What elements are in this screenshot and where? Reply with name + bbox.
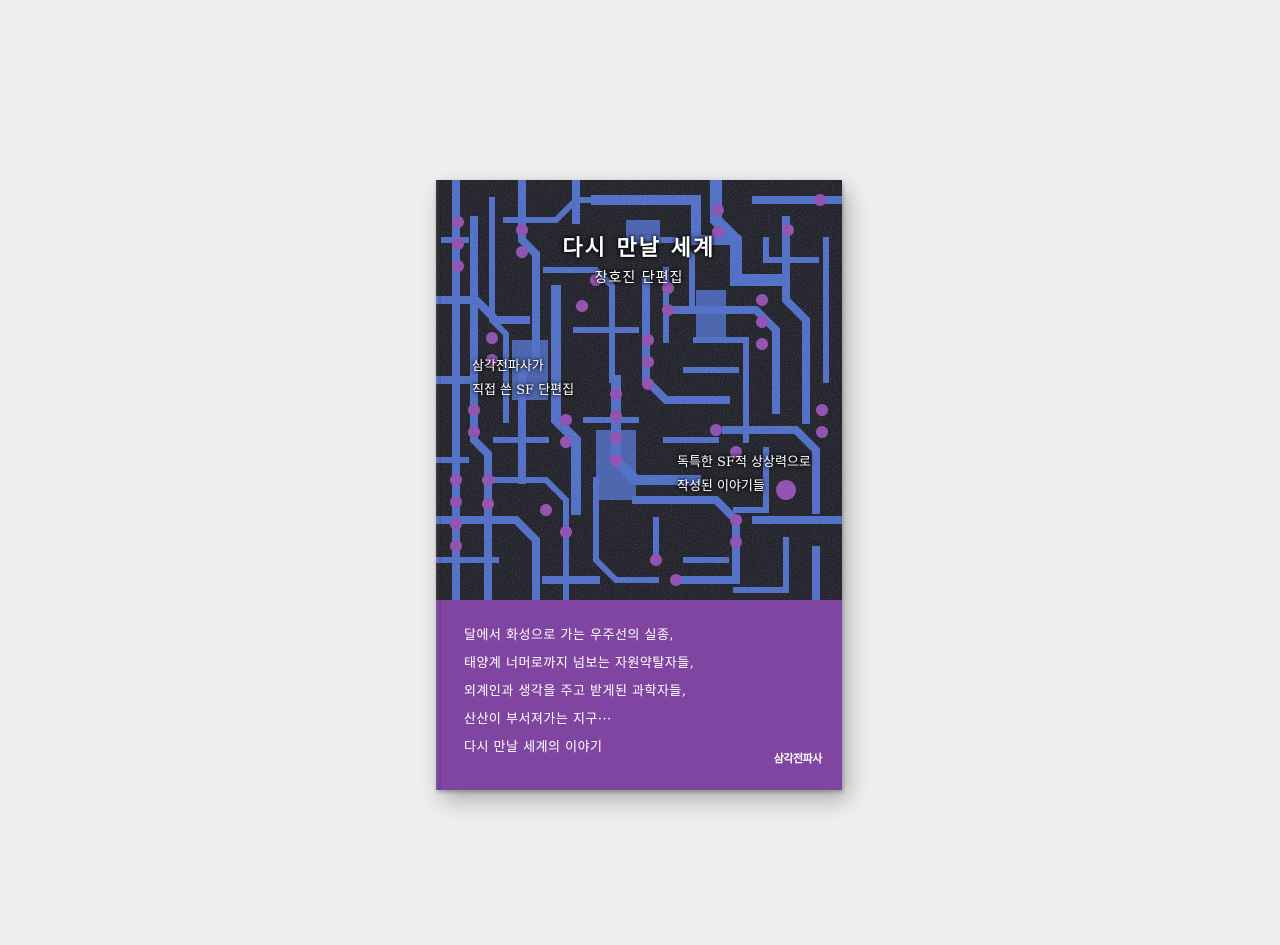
tagline-right-line: 독특한 SF적 상상력으로 xyxy=(677,455,811,470)
purple-band: 달에서 화성으로 가는 우주선의 실종, 태양계 너머로까지 넘보는 자원약탈자… xyxy=(436,600,842,790)
tagline-right-line: 작성된 이야기들 xyxy=(677,479,765,494)
tagline-right: 독특한 SF적 상상력으로 작성된 이야기들 xyxy=(677,451,811,499)
blurb-line: 산산이 부서져가는 지구··· xyxy=(464,712,612,727)
book-title: 다시 만날 세계 xyxy=(562,235,716,261)
blurb-line: 태양계 너머로까지 넘보는 자원약탈자들, xyxy=(464,656,695,671)
spine-edge xyxy=(436,180,441,790)
blurb-line: 외계인과 생각을 주고 받게된 과학자들, xyxy=(464,684,687,699)
blurb-line: 다시 만날 세계의 이야기 xyxy=(464,740,603,755)
tagline-left-line: 직접 쓴 SF 단편집 xyxy=(472,383,575,398)
publisher-logo: 삼각전파사 xyxy=(773,752,823,765)
book-cover: 다시 만날 세계 장호진 단편집 삼각전파사가 직접 쓴 SF 단편집 독특한 … xyxy=(436,180,842,790)
blurb-text: 달에서 화성으로 가는 우주선의 실종, 태양계 너머로까지 넘보는 자원약탈자… xyxy=(464,622,694,762)
blurb-line: 달에서 화성으로 가는 우주선의 실종, xyxy=(464,628,675,643)
tagline-left: 삼각전파사가 직접 쓴 SF 단편집 xyxy=(472,355,574,403)
book-subtitle: 장호진 단편집 xyxy=(594,270,684,286)
tagline-left-line: 삼각전파사가 xyxy=(472,359,544,374)
